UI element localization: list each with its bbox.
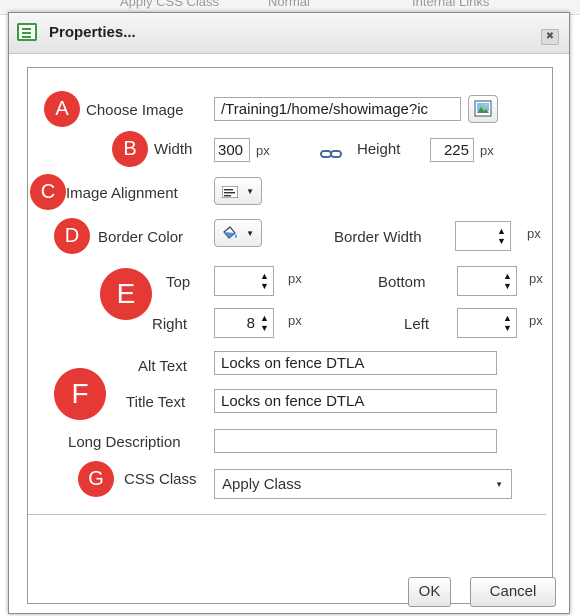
align-left-icon bbox=[221, 185, 239, 203]
border-width-label: Border Width bbox=[334, 229, 422, 246]
title-text-input[interactable] bbox=[214, 389, 497, 413]
alignment-dropdown[interactable]: ▼ bbox=[214, 177, 262, 205]
close-icon[interactable]: ✖ bbox=[541, 29, 559, 45]
badge-d: D bbox=[54, 218, 90, 254]
height-input[interactable] bbox=[430, 138, 474, 162]
badge-e: E bbox=[100, 268, 152, 320]
title-text-label: Title Text bbox=[126, 394, 186, 411]
width-label: Width bbox=[154, 141, 193, 158]
badge-b: B bbox=[112, 131, 148, 167]
bg-css-class-text: Apply CSS Class bbox=[120, 0, 219, 9]
ok-button[interactable]: OK bbox=[408, 577, 451, 607]
top-unit: px bbox=[288, 271, 302, 286]
bg-links-text: Internal Links bbox=[412, 0, 490, 9]
width-unit: px bbox=[256, 143, 270, 158]
top-spinner[interactable]: ▲ ▼ bbox=[214, 266, 274, 296]
badge-g: G bbox=[78, 461, 114, 497]
width-input[interactable] bbox=[214, 138, 250, 162]
image-url-input[interactable] bbox=[214, 97, 461, 121]
bottom-unit: px bbox=[529, 271, 543, 286]
alt-text-label: Alt Text bbox=[138, 358, 187, 375]
height-label: Height bbox=[357, 141, 401, 158]
image-picker-icon[interactable] bbox=[468, 95, 498, 123]
dialog-title: Properties... bbox=[49, 24, 136, 41]
badge-c: C bbox=[30, 174, 66, 210]
right-value: 8 bbox=[246, 315, 255, 332]
left-label: Left bbox=[404, 316, 430, 333]
border-width-unit: px bbox=[527, 226, 541, 241]
cancel-button[interactable]: Cancel bbox=[470, 577, 556, 607]
badge-f: F bbox=[54, 368, 106, 420]
border-width-spinner[interactable]: ▲ ▼ bbox=[455, 221, 511, 251]
right-spinner[interactable]: 8 ▲ ▼ bbox=[214, 308, 274, 338]
left-unit: px bbox=[529, 313, 543, 328]
left-spinner[interactable]: ▲ ▼ bbox=[457, 308, 517, 338]
border-color-dropdown[interactable]: ▼ bbox=[214, 219, 262, 247]
bottom-label: Bottom bbox=[378, 274, 426, 291]
css-class-select[interactable]: Apply Class ▼ bbox=[214, 469, 512, 499]
dialog-titlebar: Properties... ✖ bbox=[9, 13, 569, 54]
border-color-label: Border Color bbox=[98, 229, 184, 246]
bg-style-text: Normal bbox=[268, 0, 310, 9]
badge-a: A bbox=[44, 91, 80, 127]
css-class-value: Apply Class bbox=[222, 476, 302, 493]
chain-link-icon[interactable] bbox=[320, 146, 342, 164]
choose-image-label: Choose Image bbox=[86, 102, 184, 119]
height-unit: px bbox=[480, 143, 494, 158]
long-description-input[interactable] bbox=[214, 429, 497, 453]
long-description-label: Long Description bbox=[68, 434, 181, 451]
alt-text-input[interactable] bbox=[214, 351, 497, 375]
top-label: Top bbox=[166, 274, 191, 291]
css-class-label: CSS Class bbox=[124, 471, 197, 488]
dialog-content: A Choose Image B Width px Height px C I bbox=[27, 67, 556, 607]
properties-dialog: Properties... ✖ A Choose Image B Width p… bbox=[8, 12, 570, 614]
right-label: Right bbox=[152, 316, 188, 333]
paint-bucket-icon bbox=[221, 225, 239, 246]
right-unit: px bbox=[288, 313, 302, 328]
image-alignment-label: Image Alignment bbox=[66, 185, 178, 202]
properties-icon bbox=[17, 23, 37, 41]
divider bbox=[28, 514, 546, 515]
bottom-spinner[interactable]: ▲ ▼ bbox=[457, 266, 517, 296]
